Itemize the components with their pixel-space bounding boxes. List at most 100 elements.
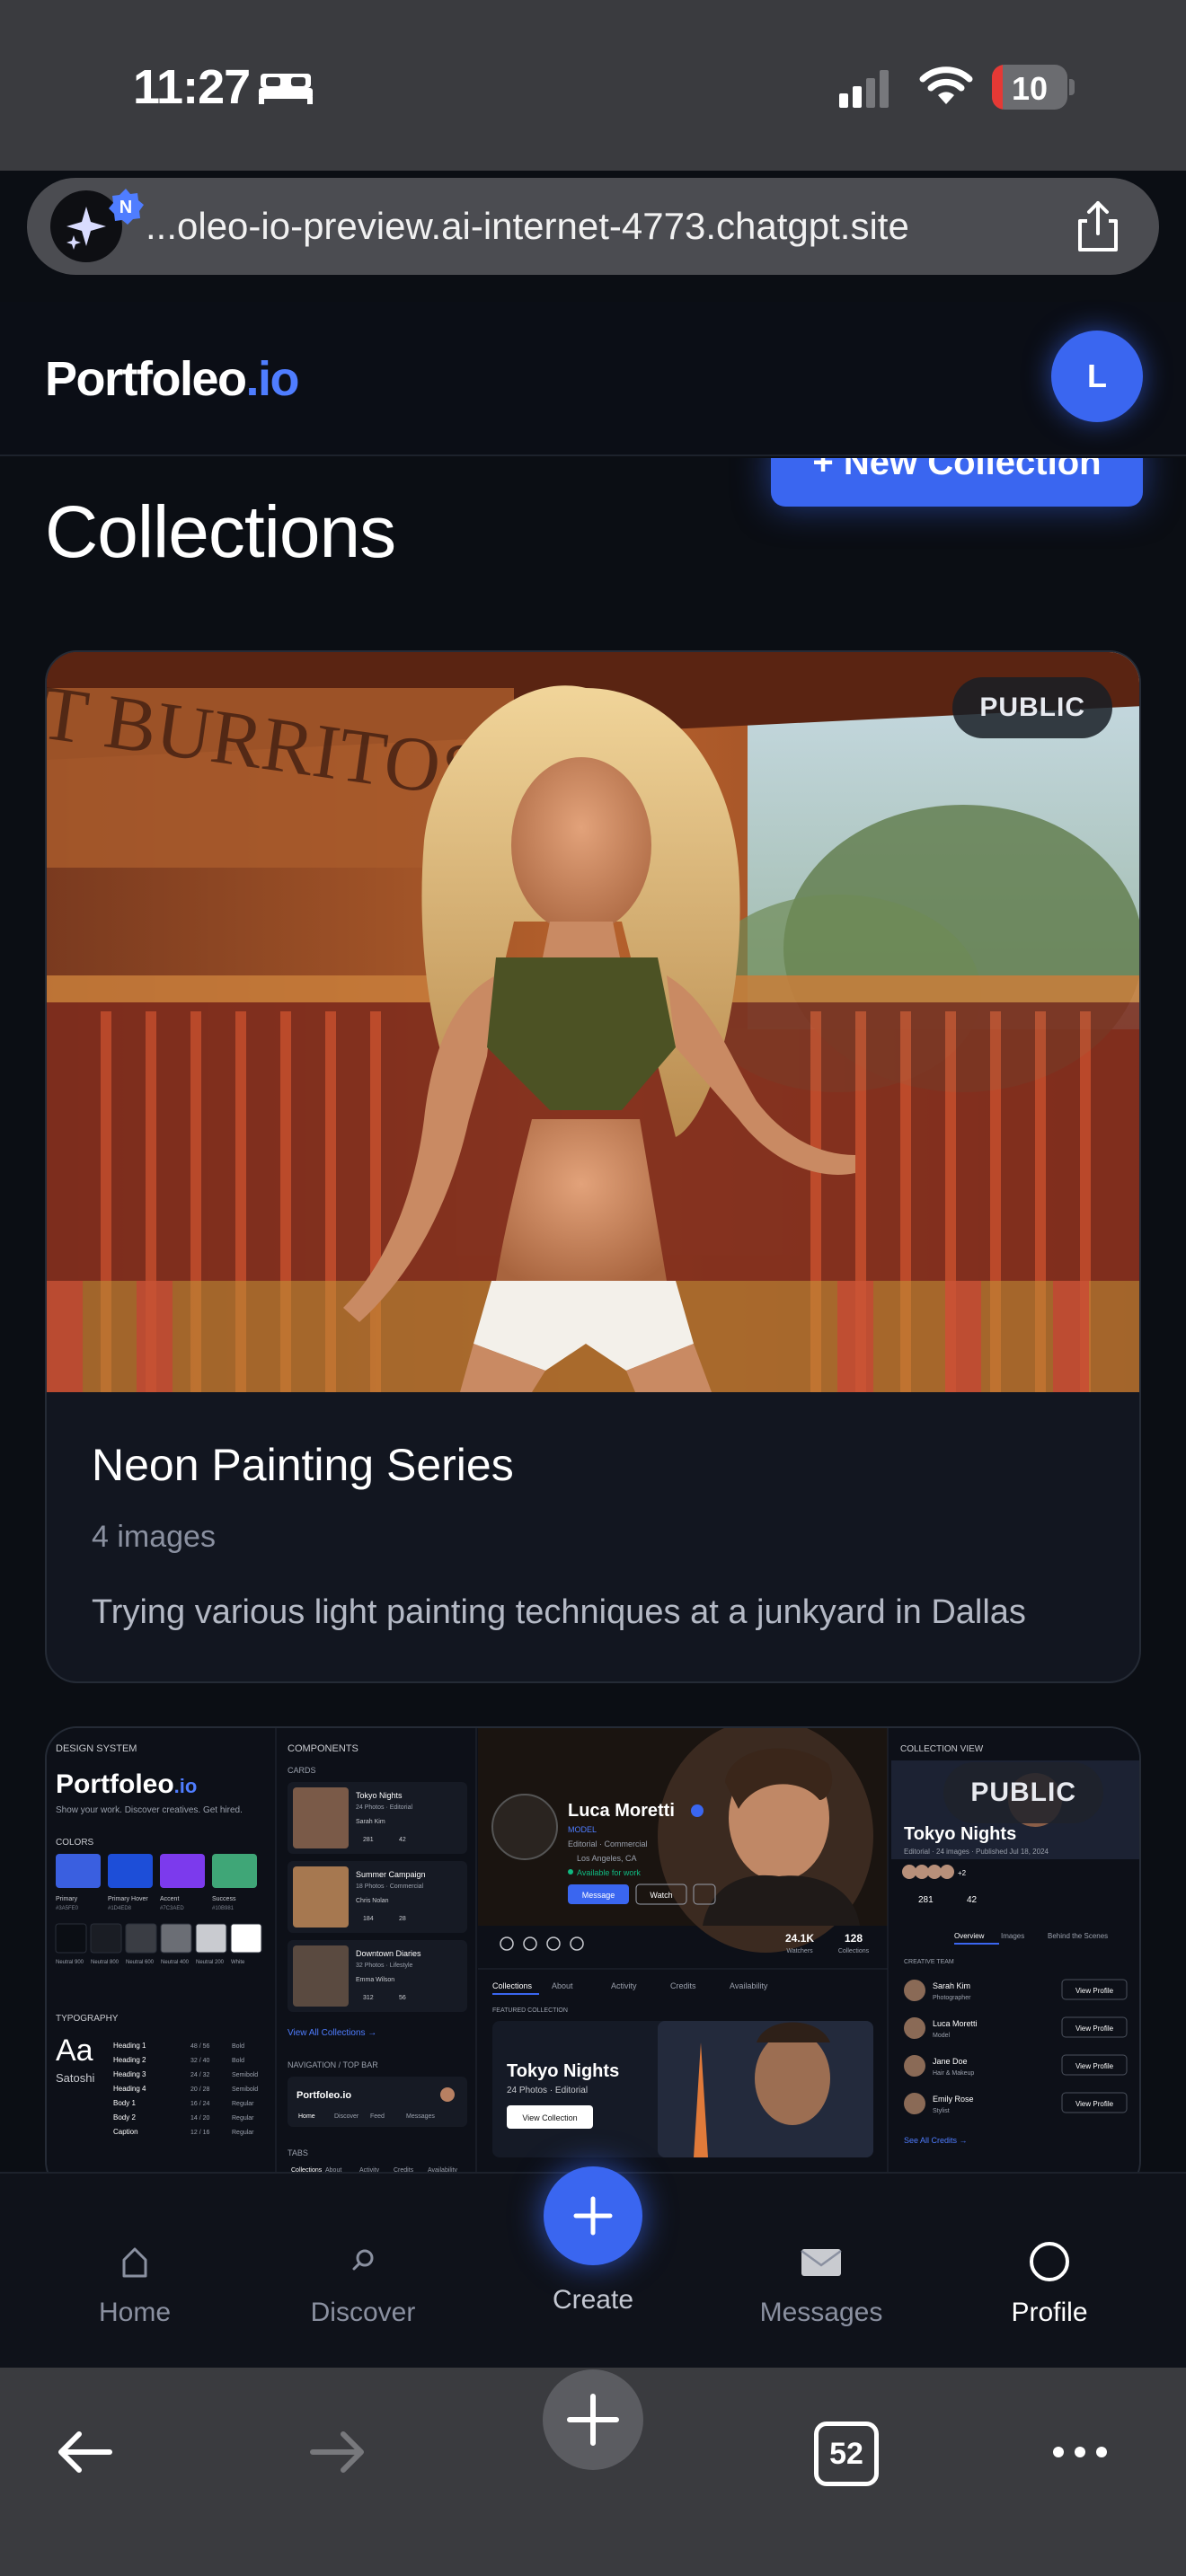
battery-icon: 10 [992, 65, 1075, 110]
tab-messages-label: Messages [759, 2298, 883, 2327]
tab-discover-label: Discover [310, 2298, 416, 2327]
main-content[interactable]: + New Collection Collections T BURRITOS … [0, 458, 1186, 2172]
team-avatar [904, 2017, 925, 2039]
preview-cv-title: Tokyo Nights [904, 1824, 1016, 1844]
tab-create-label: Create [552, 2285, 634, 2315]
type-scale-weight: Semibold [232, 2086, 258, 2093]
mini-card-title: Downtown Diaries [356, 1949, 421, 1958]
preview-watchers-label: Watchers [786, 1948, 813, 1954]
collection-description: Trying various light painting techniques… [92, 1593, 1026, 1631]
create-button[interactable] [544, 2166, 642, 2265]
nav-item: Messages [406, 2113, 435, 2120]
tabs-count-button[interactable]: 52 [814, 2422, 879, 2486]
preview-cv-likes: 281 [918, 1895, 934, 1905]
neutral-swatch [160, 1923, 192, 1954]
neutral-name: White [231, 1960, 245, 1965]
preview-collections-label: Collections [838, 1948, 870, 1954]
forward-arrow-icon[interactable] [304, 2418, 372, 2486]
type-scale-weight: Semibold [232, 2072, 258, 2078]
mini-card-author: Emma Wilson [356, 1977, 394, 1983]
profile-tab: Credits [670, 1981, 696, 1990]
collection-image-count: 4 images [92, 1520, 216, 1554]
collection-card[interactable]: T BURRITOS PUBLIC Neon Painting Series 4… [45, 650, 1141, 1683]
type-scale-name: Body 2 [113, 2113, 136, 2122]
type-scale-name: Heading 1 [113, 2042, 146, 2050]
preview-profile-location: Los Angeles, CA [577, 1854, 637, 1863]
swatch-hex: #1D4ED8 [108, 1906, 132, 1911]
new-collection-button[interactable]: + New Collection [771, 458, 1143, 507]
team-name: Luca Moretti [933, 2019, 978, 2028]
type-scale-name: Caption [113, 2128, 138, 2136]
team-name: Emily Rose [933, 2095, 974, 2104]
logo[interactable]: Portfoleo.io [45, 351, 299, 407]
preview-cv-meta: Editorial · 24 images · Published Jul 18… [904, 1848, 1049, 1856]
type-scale-size: 16 / 24 [190, 2101, 210, 2107]
type-scale-weight: Regular [232, 2130, 254, 2136]
tab-profile[interactable]: Profile [969, 2236, 1130, 2328]
neutral-swatch [90, 1923, 122, 1954]
team-role: Hair & Makeup [933, 2070, 974, 2077]
back-arrow-icon[interactable] [50, 2418, 119, 2486]
address-bar[interactable]: N ...oleo-io-preview.ai-internet-4773.ch… [27, 178, 1159, 275]
preview-collections-count: 128 [845, 1932, 863, 1945]
preview-featured-button: View Collection [522, 2113, 577, 2122]
view-profile-label: View Profile [1075, 2100, 1114, 2108]
battery-level: 10 [1011, 70, 1049, 107]
neutral-swatch [230, 1923, 262, 1954]
profile-icon [1030, 2242, 1069, 2281]
preview-brand-suffix: .io [174, 1775, 198, 1797]
preview-cv-team-label: CREATIVE TEAM [904, 1959, 954, 1965]
mini-card-author: Chris Nolan [356, 1898, 389, 1904]
tab-home[interactable]: Home [54, 2236, 216, 2328]
neutral-name: Neutral 900 [56, 1960, 84, 1965]
mini-card-thumb [293, 1866, 349, 1928]
preview-profile-name: Luca Moretti [568, 1801, 675, 1821]
tab-discover[interactable]: Discover [282, 2236, 444, 2328]
logo-main: Portfoleo [45, 352, 247, 406]
preview-label: DESIGN SYSTEM [56, 1743, 137, 1754]
team-name: Jane Doe [933, 2057, 968, 2066]
preview-typeface-sample: Aa [56, 2033, 93, 2068]
mini-card-comments: 42 [399, 1837, 406, 1843]
type-scale-size: 24 / 32 [190, 2072, 210, 2078]
bottom-tab-bar: Home Discover Create Messages Profile [0, 2166, 1186, 2368]
mail-icon [801, 2249, 842, 2276]
type-scale-size: 32 / 40 [190, 2058, 210, 2064]
url-text[interactable]: ...oleo-io-preview.ai-internet-4773.chat… [146, 205, 909, 248]
collection-card[interactable]: DESIGN SYSTEM Portfoleo.io Show your wor… [45, 1726, 1141, 2172]
view-profile-label: View Profile [1075, 2062, 1114, 2070]
collection-cover-photo: T BURRITOS [47, 652, 1139, 1392]
mini-card-meta: 32 Photos · Lifestyle [356, 1963, 413, 1969]
new-tab-button[interactable] [543, 2369, 643, 2470]
neutral-name: Neutral 200 [196, 1960, 225, 1965]
browser-chrome-top: 11:27 10 N ...oleo-io-preview.ai-interne… [0, 0, 1186, 275]
preview-colors-label: COLORS [56, 1838, 94, 1848]
type-scale-name: Body 1 [113, 2099, 136, 2107]
page-title: Collections [45, 491, 396, 573]
neutral-swatch [55, 1923, 87, 1954]
color-swatch [56, 1854, 101, 1888]
more-icon[interactable] [1046, 2418, 1114, 2486]
mini-card-meta: 18 Photos · Commercial [356, 1883, 424, 1890]
tab-messages[interactable]: Messages [740, 2236, 902, 2328]
nav-item: Discover [334, 2113, 359, 2120]
type-scale-name: Heading 2 [113, 2056, 146, 2064]
mini-card-likes: 184 [363, 1916, 374, 1922]
swatch-name: Primary [56, 1896, 78, 1902]
share-icon[interactable] [1069, 198, 1127, 255]
color-swatch [212, 1854, 257, 1888]
collection-title[interactable]: Neon Painting Series [92, 1439, 514, 1491]
team-role: Model [933, 2033, 951, 2039]
color-swatch [160, 1854, 205, 1888]
signal-icon [839, 70, 889, 108]
mini-card-author: Sarah Kim [356, 1819, 385, 1825]
swatch-hex: #7C3AED [160, 1906, 184, 1911]
neutral-name: Neutral 400 [161, 1960, 190, 1965]
team-role: Stylist [933, 2108, 950, 2114]
mini-card-likes: 281 [363, 1837, 374, 1843]
preview-typeface-name: Satoshi [56, 2071, 94, 2085]
app-header: Portfoleo.io L [0, 302, 1186, 456]
mini-card-likes: 312 [363, 1995, 374, 2001]
type-scale-size: 12 / 16 [190, 2130, 210, 2136]
avatar[interactable]: L [1051, 331, 1143, 422]
